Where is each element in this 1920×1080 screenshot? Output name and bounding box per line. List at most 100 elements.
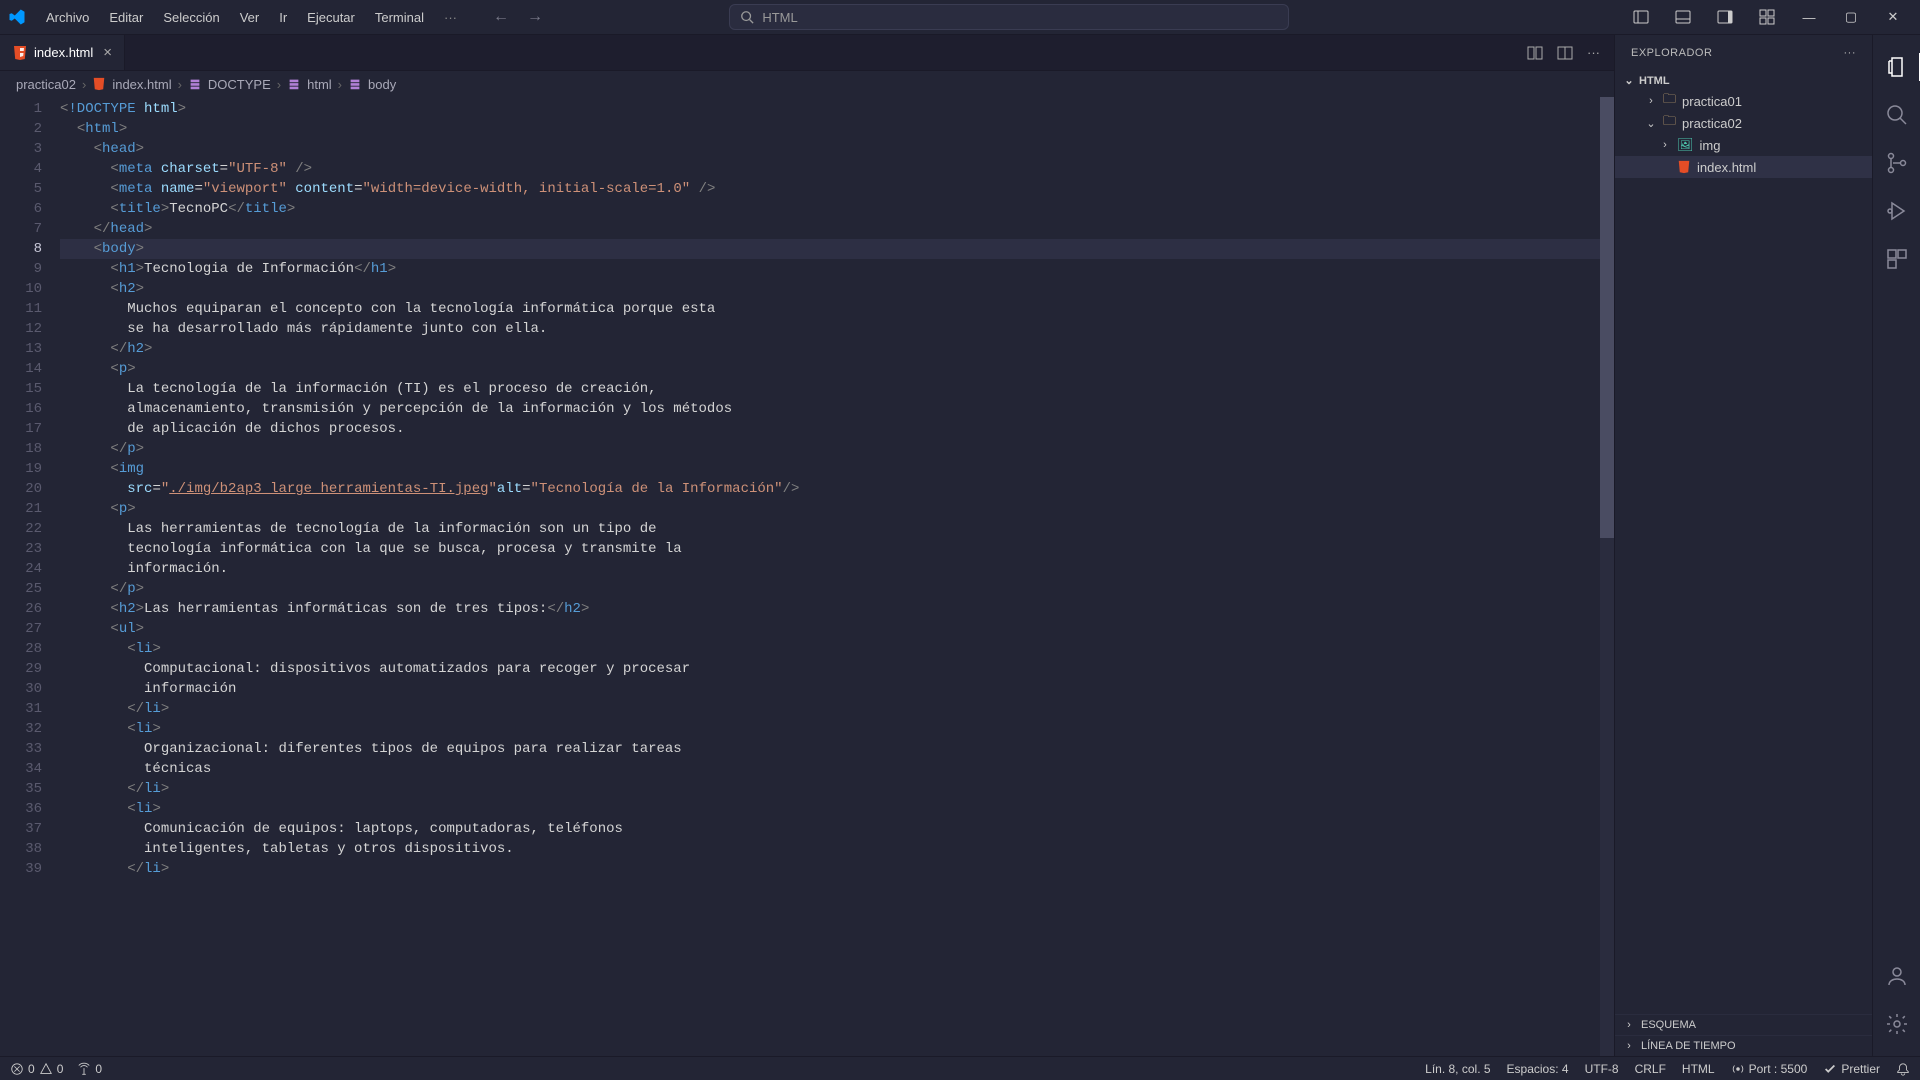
explorer-title: EXPLORADOR <box>1631 47 1712 59</box>
check-icon <box>1823 1062 1837 1076</box>
activity-bar <box>1872 35 1920 1056</box>
menu-editar[interactable]: Editar <box>101 6 151 29</box>
html-file-icon <box>92 77 106 91</box>
status-indentation[interactable]: Espacios: 4 <box>1507 1062 1569 1076</box>
breadcrumb[interactable]: practica02 › index.html › DOCTYPE › html… <box>0 71 1614 97</box>
status-language[interactable]: HTML <box>1682 1062 1715 1076</box>
status-problems[interactable]: 0 0 <box>10 1062 63 1076</box>
window-maximize-button[interactable]: ▢ <box>1832 2 1870 32</box>
status-encoding[interactable]: UTF-8 <box>1585 1062 1619 1076</box>
main-area: index.html × ··· practica02 › index.html… <box>0 35 1920 1056</box>
editor-tabs: index.html × ··· <box>0 35 1614 71</box>
chevron-right-icon: › <box>178 77 182 92</box>
outline-label: ESQUEMA <box>1641 1019 1696 1031</box>
split-editor-icon[interactable] <box>1557 45 1573 61</box>
explorer-more-icon[interactable]: ··· <box>1844 47 1857 59</box>
tab-label: index.html <box>34 45 93 60</box>
line-number-gutter: 1234567891011121314151617181920212223242… <box>0 97 60 1056</box>
html-file-icon <box>12 45 28 61</box>
broadcast-icon <box>1731 1062 1745 1076</box>
tree-item-label: practica02 <box>1682 116 1742 131</box>
search-icon <box>740 10 754 24</box>
toggle-panel-bottom-icon[interactable] <box>1664 2 1702 32</box>
menu-ejecutar[interactable]: Ejecutar <box>299 6 363 29</box>
toggle-panel-right-icon[interactable] <box>1706 2 1744 32</box>
chevron-right-icon: › <box>1659 139 1671 151</box>
status-radio[interactable]: 0 <box>77 1062 102 1076</box>
status-live-server[interactable]: Port : 5500 <box>1731 1062 1808 1076</box>
nav-back-icon[interactable]: ← <box>493 8 509 26</box>
activity-debug[interactable] <box>1873 189 1920 233</box>
menu-ver[interactable]: Ver <box>232 6 268 29</box>
compare-icon[interactable] <box>1527 45 1543 61</box>
code-content[interactable]: <!DOCTYPE html> <html> <head> <meta char… <box>60 97 1614 1056</box>
breadcrumb-item[interactable]: practica02 <box>16 77 76 92</box>
activity-source-control[interactable] <box>1873 141 1920 185</box>
root-folder-label: HTML <box>1639 75 1670 87</box>
html-file-icon <box>1677 160 1691 174</box>
activity-explorer[interactable] <box>1873 45 1920 89</box>
file-tree: › 🗀 practica01 ⌄ 🗀 practica02 › 🖼 img index.html <box>1615 90 1872 1014</box>
chevron-right-icon: › <box>1623 1019 1635 1031</box>
chevron-right-icon: › <box>82 77 86 92</box>
breadcrumb-item[interactable]: DOCTYPE <box>208 77 271 92</box>
minimap-scrollbar[interactable] <box>1600 97 1614 1056</box>
timeline-section[interactable]: › LÍNEA DE TIEMPO <box>1615 1035 1872 1056</box>
symbol-icon <box>188 77 202 91</box>
warning-icon <box>39 1062 53 1076</box>
editor-body[interactable]: 1234567891011121314151617181920212223242… <box>0 97 1614 1056</box>
menu-archivo[interactable]: Archivo <box>38 6 97 29</box>
tree-item-label: img <box>1700 138 1721 153</box>
command-center-search[interactable]: HTML <box>729 4 1289 30</box>
explorer-header: EXPLORADOR ··· <box>1615 35 1872 71</box>
status-prettier[interactable]: Prettier <box>1823 1062 1880 1076</box>
status-cursor-position[interactable]: Lín. 8, col. 5 <box>1425 1062 1490 1076</box>
activity-accounts[interactable] <box>1873 954 1920 998</box>
menu-ir[interactable]: Ir <box>271 6 295 29</box>
status-eol[interactable]: CRLF <box>1635 1062 1666 1076</box>
chevron-down-icon: ⌄ <box>1645 117 1657 130</box>
customize-layout-icon[interactable] <box>1748 2 1786 32</box>
error-icon <box>10 1062 24 1076</box>
menu-overflow-icon[interactable]: ··· <box>436 6 465 29</box>
status-notifications[interactable] <box>1896 1062 1910 1076</box>
explorer-panel: EXPLORADOR ··· ⌄ HTML › 🗀 practica01 ⌄ 🗀 prac… <box>1614 35 1872 1056</box>
activity-extensions[interactable] <box>1873 237 1920 281</box>
search-placeholder: HTML <box>762 10 797 25</box>
activity-settings[interactable] <box>1873 1002 1920 1046</box>
tree-item-label: index.html <box>1697 160 1756 175</box>
menu-selección[interactable]: Selección <box>155 6 227 29</box>
symbol-icon <box>287 77 301 91</box>
editor-more-icon[interactable]: ··· <box>1587 45 1600 60</box>
activity-search[interactable] <box>1873 93 1920 137</box>
breadcrumb-item[interactable]: html <box>307 77 332 92</box>
bell-icon <box>1896 1062 1910 1076</box>
symbol-icon <box>348 77 362 91</box>
editor-section: index.html × ··· practica02 › index.html… <box>0 35 1614 1056</box>
tree-item-practica02[interactable]: ⌄ 🗀 practica02 <box>1615 112 1872 134</box>
chevron-right-icon: › <box>338 77 342 92</box>
tab-close-icon[interactable]: × <box>103 44 112 61</box>
tab-index-html[interactable]: index.html × <box>0 35 125 70</box>
breadcrumb-item[interactable]: index.html <box>112 77 171 92</box>
outline-section[interactable]: › ESQUEMA <box>1615 1014 1872 1035</box>
timeline-label: LÍNEA DE TIEMPO <box>1641 1040 1736 1052</box>
image-folder-icon: 🖼 <box>1677 137 1694 153</box>
chevron-down-icon: ⌄ <box>1623 74 1635 87</box>
tree-item-label: practica01 <box>1682 94 1742 109</box>
toggle-panel-left-icon[interactable] <box>1622 2 1660 32</box>
nav-forward-icon[interactable]: → <box>527 8 543 26</box>
breadcrumb-item[interactable]: body <box>368 77 396 92</box>
chevron-right-icon: › <box>1645 95 1657 107</box>
tree-item-index-html[interactable]: index.html <box>1615 156 1872 178</box>
folder-icon: 🗀 <box>1663 90 1676 112</box>
vscode-logo-icon <box>8 8 26 26</box>
explorer-root-folder[interactable]: ⌄ HTML <box>1615 71 1872 90</box>
folder-icon: 🗀 <box>1663 112 1676 134</box>
titlebar: ArchivoEditarSelecciónVerIrEjecutarTermi… <box>0 0 1920 35</box>
tree-item-practica01[interactable]: › 🗀 practica01 <box>1615 90 1872 112</box>
menu-terminal[interactable]: Terminal <box>367 6 432 29</box>
window-close-button[interactable]: ✕ <box>1874 2 1912 32</box>
tree-item-img[interactable]: › 🖼 img <box>1615 134 1872 156</box>
window-minimize-button[interactable]: — <box>1790 2 1828 32</box>
